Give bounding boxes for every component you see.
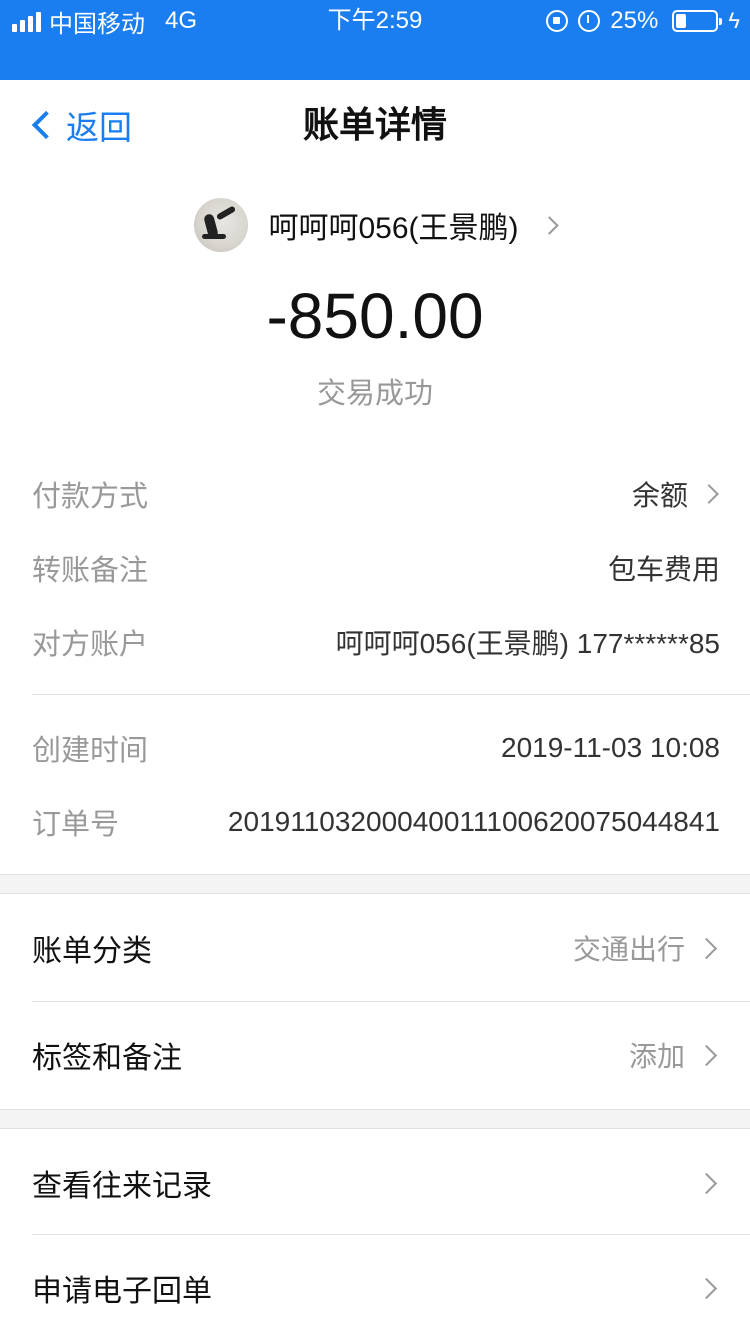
detail-row-counterparty: 对方账户 呵呵呵056(王景鹏) 177******85 bbox=[32, 620, 720, 664]
chevron-right-icon bbox=[699, 484, 719, 504]
list-item-tags-notes[interactable]: 标签和备注 添加 bbox=[0, 1002, 750, 1108]
transaction-amount: -850.00 bbox=[266, 280, 484, 352]
status-bar: 中国移动 4G 下午2:59 25% ϟ bbox=[0, 0, 750, 80]
transaction-status: 交易成功 bbox=[316, 378, 433, 410]
nav-bar: 返回 账单详情 bbox=[0, 80, 750, 170]
battery-level bbox=[676, 14, 687, 28]
charging-icon: ϟ bbox=[728, 8, 740, 33]
divider bbox=[32, 694, 750, 695]
status-bar-right: 25% ϟ bbox=[546, 6, 740, 36]
detail-row-payment-method[interactable]: 付款方式 余额 bbox=[32, 472, 720, 516]
chevron-right-icon bbox=[539, 215, 559, 235]
detail-value: 呵呵呵056(王景鹏) 177******85 bbox=[335, 628, 720, 659]
list-label: 查看往来记录 bbox=[32, 1170, 212, 1203]
list-item-bill-category[interactable]: 账单分类 交通出行 bbox=[0, 895, 750, 1001]
list-label: 申请电子回单 bbox=[32, 1275, 212, 1308]
detail-value: 包车费用 bbox=[607, 554, 720, 585]
section-separator bbox=[0, 1109, 750, 1129]
list-value bbox=[685, 1277, 718, 1299]
chevron-right-icon bbox=[695, 1277, 718, 1299]
tags-notes-value: 添加 bbox=[628, 1041, 685, 1072]
bill-category-value: 交通出行 bbox=[572, 934, 685, 965]
payee-name: 呵呵呵056(王景鹏) bbox=[268, 212, 519, 245]
rotation-lock-icon bbox=[546, 10, 569, 32]
detail-label: 创建时间 bbox=[32, 735, 149, 767]
payee-link[interactable]: 呵呵呵056(王景鹏) bbox=[0, 196, 750, 254]
page-title: 账单详情 bbox=[302, 104, 447, 145]
chevron-right-icon bbox=[695, 1044, 718, 1066]
battery-percent: 25% bbox=[610, 7, 659, 34]
detail-label: 付款方式 bbox=[32, 481, 149, 513]
battery-icon bbox=[672, 10, 723, 32]
list-value bbox=[685, 1172, 718, 1194]
list-label: 账单分类 bbox=[32, 935, 152, 968]
detail-label: 对方账户 bbox=[32, 629, 149, 661]
chevron-right-icon bbox=[695, 937, 718, 959]
list-value: 交通出行 bbox=[573, 928, 718, 968]
section-separator bbox=[0, 874, 750, 894]
detail-row-order-number: 订单号 20191103200040011100620075044841 bbox=[32, 800, 720, 844]
detail-row-remark: 转账备注 包车费用 bbox=[32, 546, 720, 590]
payment-method-value: 余额 bbox=[631, 480, 688, 511]
list-item-e-receipt[interactable]: 申请电子回单 bbox=[0, 1235, 750, 1334]
detail-label: 订单号 bbox=[32, 809, 120, 841]
detail-value: 2019-11-03 10:08 bbox=[501, 732, 720, 763]
chevron-right-icon bbox=[695, 1172, 718, 1194]
avatar bbox=[194, 198, 249, 252]
list-label: 标签和备注 bbox=[32, 1042, 182, 1075]
alarm-icon bbox=[578, 10, 601, 32]
detail-label: 转账备注 bbox=[32, 555, 149, 587]
detail-row-created-time: 创建时间 2019-11-03 10:08 bbox=[32, 726, 720, 770]
list-value: 添加 bbox=[629, 1035, 718, 1075]
list-item-transaction-history[interactable]: 查看往来记录 bbox=[0, 1130, 750, 1236]
detail-value: 余额 bbox=[632, 474, 720, 514]
detail-value: 20191103200040011100620075044841 bbox=[227, 806, 720, 837]
